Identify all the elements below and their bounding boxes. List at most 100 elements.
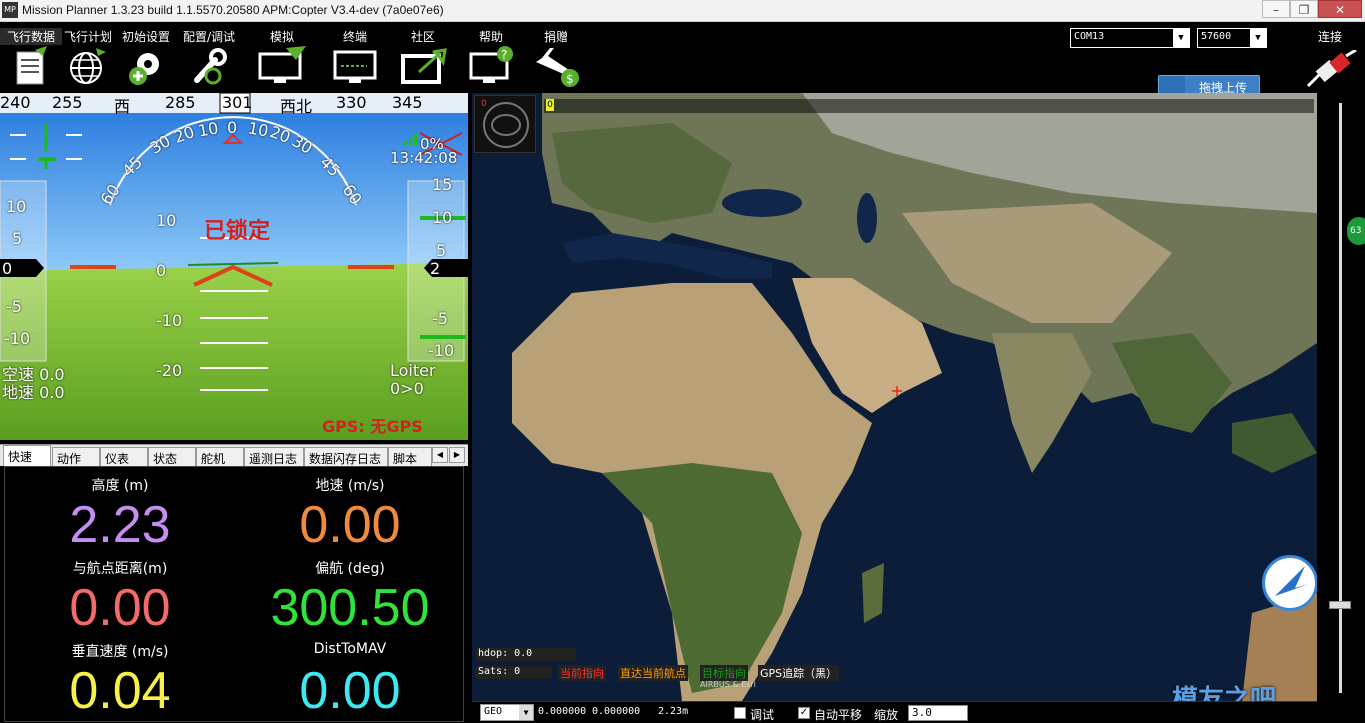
heading-tick: 330 — [336, 93, 367, 112]
tab-tlogs[interactable]: 遥测日志 — [244, 447, 304, 466]
slider-thumb[interactable] — [1329, 601, 1351, 609]
zoom-label: 缩放 — [874, 708, 899, 722]
menu-config-tuning[interactable]: 配置/调试 — [178, 22, 240, 92]
heading-tick: 285 — [165, 93, 196, 112]
close-button[interactable]: ✕ — [1318, 0, 1362, 18]
autopan-checkbox[interactable]: ✓ — [798, 707, 810, 719]
heading-tick: 345 — [392, 93, 423, 112]
quick-value-vertical-speed: 0.04 — [69, 662, 171, 720]
slider-value-badge: 63 — [1347, 217, 1365, 245]
satellite-map[interactable] — [472, 93, 1317, 701]
initial-setup-icon — [129, 53, 159, 85]
debug-checkbox[interactable] — [734, 707, 746, 719]
data-tabs: 快速 动作 仪表 状态 舵机 遥测日志 数据闪存日志 脚本 ◀ ▶ — [0, 444, 468, 466]
svg-text:?: ? — [501, 48, 507, 62]
quick-value-wp-distance: 0.00 — [69, 579, 171, 637]
alt-tick: 15 — [432, 175, 453, 194]
waypoint-status: 0>0 — [390, 379, 424, 398]
quick-value-altitude: 2.23 — [69, 496, 171, 554]
hud-display: 240 255 西 285 301 西北 330 345 60 45 30 20… — [0, 93, 468, 440]
quick-panel: 高度 (m) 2.23 地速 (m/s) 0.00 与航点距离(m) 0.00 … — [4, 466, 464, 722]
speed-tick: -10 — [4, 329, 31, 348]
pitch-label: 0 — [156, 261, 167, 280]
autopan-label: 自动平移 — [814, 708, 863, 722]
menu-simulation[interactable]: 模拟 — [251, 22, 313, 92]
maximize-button[interactable]: ❐ — [1290, 0, 1318, 18]
quick-label-altitude: 高度 (m) — [91, 478, 149, 494]
pitch-label: -10 — [156, 311, 183, 330]
hdop-readout: hdop: 0.0 — [476, 648, 576, 661]
port-select[interactable]: COM13 ▼ — [1070, 28, 1190, 48]
alt-tick: -5 — [432, 309, 448, 328]
heading-tick: 240 — [0, 93, 31, 112]
tab-dataflash-logs[interactable]: 数据闪存日志 — [304, 447, 388, 466]
map-attribution: AIRBUS & Esri — [700, 680, 756, 689]
menu-label: 模拟 — [269, 30, 294, 44]
menu-flight-data[interactable]: 飞行数据 — [0, 22, 62, 92]
roll-label: 0 — [227, 118, 238, 137]
minimize-button[interactable]: – — [1262, 0, 1290, 18]
config-tuning-icon — [194, 48, 227, 85]
heading-current: 301 — [222, 93, 253, 112]
tab-quick[interactable]: 快速 — [3, 445, 51, 466]
menu-label: 初始设置 — [121, 30, 170, 44]
hud-time: 13:42:08 — [390, 149, 458, 167]
quick-value-groundspeed: 0.00 — [299, 496, 401, 554]
zoom-input[interactable]: 3.0 — [908, 705, 968, 721]
menu-initial-setup[interactable]: 初始设置 — [115, 22, 177, 92]
speed-tick: 10 — [6, 197, 27, 216]
connect-plug-icon[interactable] — [1306, 50, 1358, 90]
scroll-left-icon[interactable]: ◀ — [432, 447, 448, 463]
quick-label-dist-to-mav: DistToMAV — [313, 641, 387, 657]
heading-tick: 西 — [114, 97, 131, 116]
chevron-down-icon: ▼ — [519, 705, 533, 720]
heading-tick: 255 — [52, 93, 83, 112]
menu-label: 社区 — [410, 30, 435, 44]
chevron-down-icon: ▼ — [1173, 29, 1189, 47]
speed-tick: -5 — [6, 297, 22, 316]
watermark-text: 模友之吧 — [1172, 685, 1277, 701]
menu-donate[interactable]: 捐赠 $ — [525, 22, 587, 92]
groundspeed-readout: 地速 0.0 — [2, 383, 65, 402]
tab-gauges[interactable]: 仪表 — [100, 447, 148, 466]
tab-scripts[interactable]: 脚本 — [388, 447, 432, 466]
connect-label[interactable]: 连接 — [1318, 28, 1342, 45]
tab-servo[interactable]: 舵机 — [196, 447, 244, 466]
speed-value: 0 — [2, 259, 13, 278]
map-zoom-slider[interactable]: 63 — [1317, 93, 1365, 722]
quick-value-yaw: 300.50 — [270, 579, 430, 637]
pitch-label: -20 — [156, 361, 183, 380]
donate-icon: $ — [536, 48, 579, 87]
community-icon — [401, 48, 447, 84]
quick-label-wp-distance: 与航点距离(m) — [72, 561, 168, 577]
menu-terminal[interactable]: 终端 — [324, 22, 386, 92]
alt-tick: 10 — [432, 208, 453, 227]
menu-label: 飞行计划 — [63, 30, 112, 44]
app-logo: MP — [2, 2, 18, 18]
roll-label: 10 — [196, 118, 220, 141]
roll-label: 10 — [246, 118, 270, 141]
altitude-readout: 2.23m — [658, 706, 689, 717]
baud-value: 57600 — [1201, 31, 1232, 42]
tab-actions[interactable]: 动作 — [52, 447, 100, 466]
site-logo — [1262, 555, 1317, 611]
menu-help[interactable]: 帮助 ? — [460, 22, 522, 92]
menu-community[interactable]: 社区 — [392, 22, 454, 92]
baud-select[interactable]: 57600 ▼ — [1197, 28, 1267, 48]
heading-tick: 西北 — [280, 97, 313, 116]
flight-mode: Loiter — [390, 361, 436, 380]
flight-plan-icon — [70, 48, 106, 84]
menu-label: 配置/调试 — [182, 30, 236, 44]
title-bar: MP Mission Planner 1.3.23 build 1.1.5570… — [0, 0, 1365, 22]
tab-status[interactable]: 状态 — [148, 447, 196, 466]
flight-data-icon — [16, 46, 47, 85]
scroll-right-icon[interactable]: ▶ — [449, 447, 465, 463]
sats-readout: Sats: 0 — [476, 666, 552, 679]
coord-type-select[interactable]: GEO ▼ — [480, 704, 534, 721]
longitude-readout: 0.000000 — [592, 706, 641, 717]
simulation-icon — [258, 46, 306, 83]
legend-direct-to-wp: 直达当前航点 — [618, 665, 688, 681]
menu-flight-plan[interactable]: 飞行计划 — [57, 22, 119, 92]
map-view[interactable]: 0 0 hdop: 0.0 Sats: 0 当前指向 直达当前航点 目标指向 G… — [472, 93, 1317, 701]
map-footer: GEO ▼ 0.000000 0.000000 2.23m 调试 ✓ 自动平移 … — [472, 701, 1317, 722]
